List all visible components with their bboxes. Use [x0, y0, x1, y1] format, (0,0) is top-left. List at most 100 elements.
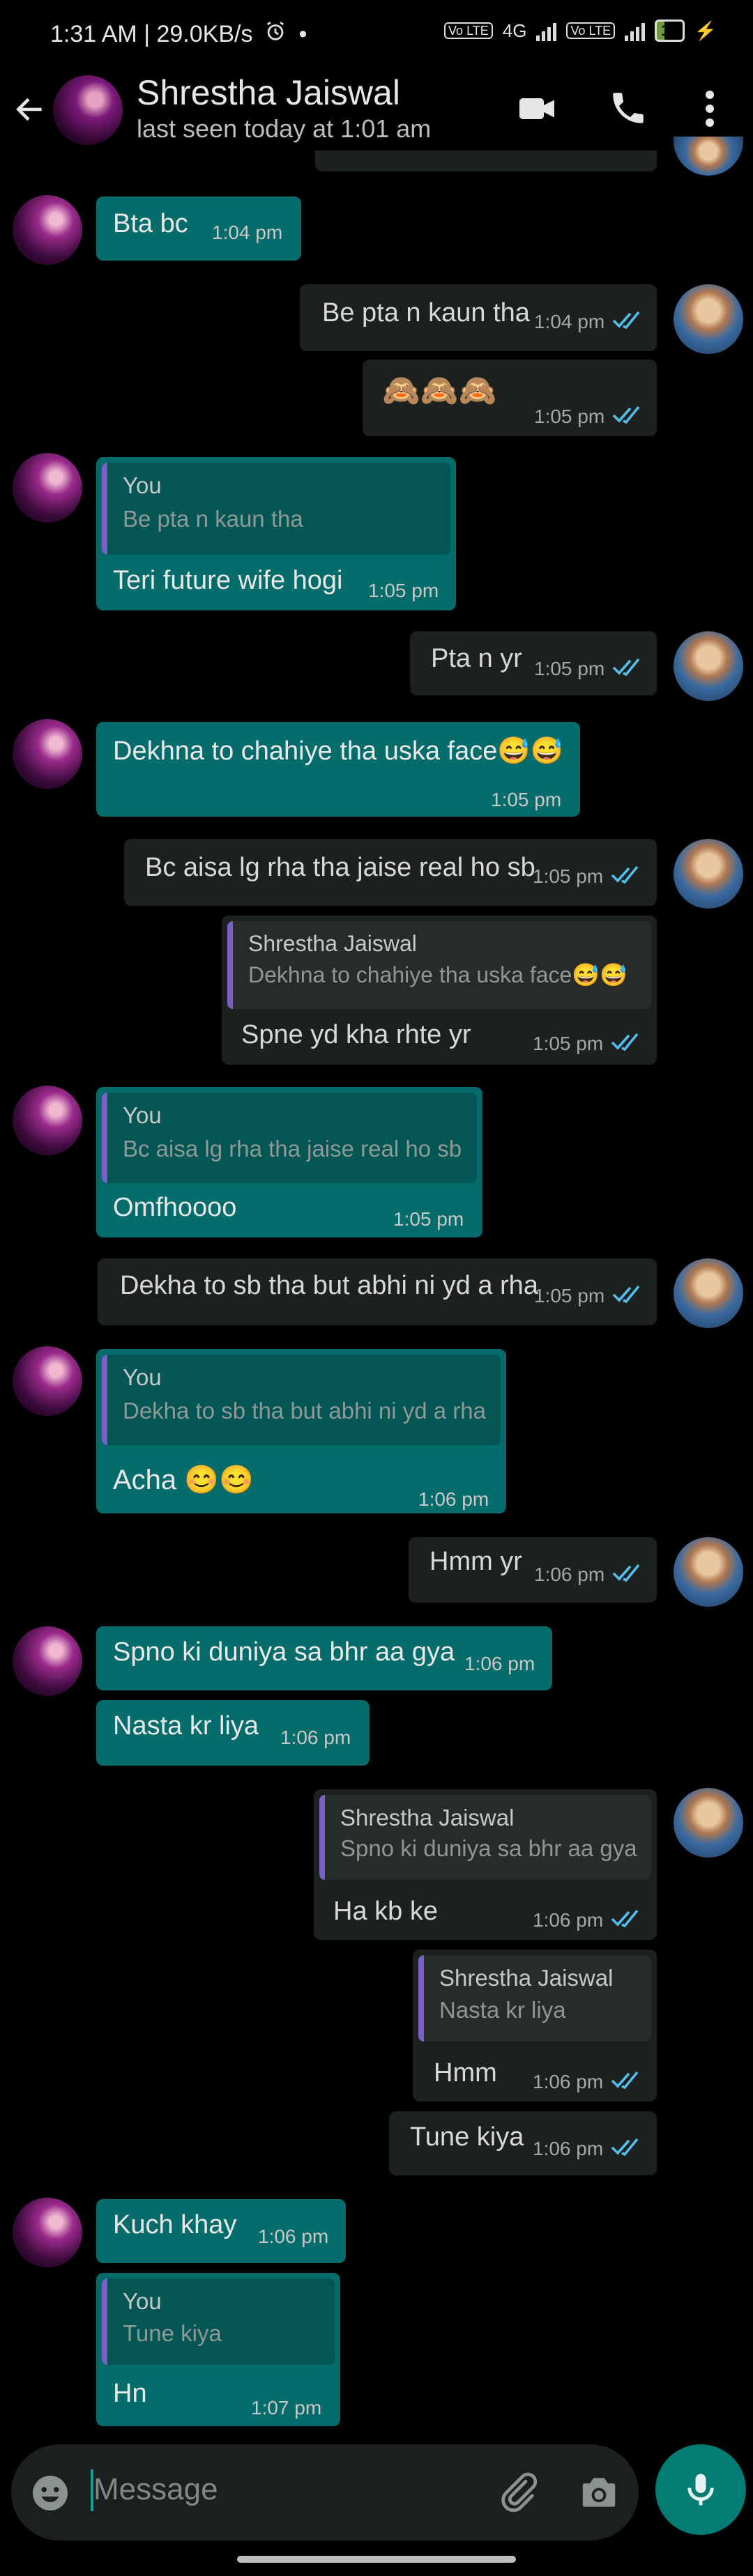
incoming-message[interactable]: You Be pta n kaun tha Teri future wife h… [96, 457, 456, 610]
quote-author: Shrestha Jaiswal [340, 1805, 515, 1830]
quoted-message[interactable]: You Tune kiya [102, 2278, 335, 2365]
incoming-message[interactable]: Kuch khay 1:06 pm [96, 2199, 346, 2263]
sender-avatar[interactable] [13, 719, 82, 789]
read-tick-icon [611, 1033, 639, 1051]
outgoing-message[interactable]: Shrestha Jaiswal Nasta kr liya Hmm 1:06 … [413, 1950, 657, 2101]
contact-avatar[interactable] [53, 75, 123, 145]
quoted-message[interactable]: You Dekha to sb tha but abhi ni yd a rha [102, 1355, 501, 1445]
message-time: 1:06 pm [533, 2071, 604, 2092]
quoted-message[interactable]: You Be pta n kaun tha [102, 463, 450, 555]
message-text: Pta n yr [431, 644, 522, 673]
message-time: 1:05 pm [533, 865, 604, 887]
quote-author: Shrestha Jaiswal [439, 1965, 614, 1991]
message-text: Dekha to sb tha but abhi ni yd a rha [120, 1271, 538, 1300]
message-text: Ha kb ke [333, 1897, 438, 1926]
message-text: Hmm [434, 2058, 497, 2088]
quoted-message[interactable]: Shrestha Jaiswal Dekhna to chahiye tha u… [227, 921, 651, 1009]
quote-text: Dekhna to chahiye tha uska face😅😅 [248, 962, 628, 987]
quote-text: Bc aisa lg rha tha jaise real ho sb [123, 1136, 462, 1162]
sender-avatar[interactable] [674, 631, 743, 701]
message-time: 1:06 pm [418, 1488, 489, 1510]
read-tick-icon [611, 2071, 639, 2090]
message-time: 1:07 pm [251, 2397, 322, 2419]
home-indicator[interactable] [237, 2556, 516, 2563]
message-time: 1:06 pm [533, 1909, 604, 1931]
message-composer[interactable]: Message [11, 2444, 639, 2540]
message-time: 1:06 pm [464, 1653, 535, 1674]
sender-avatar[interactable] [13, 1346, 82, 1416]
quoted-message[interactable]: You Bc aisa lg rha tha jaise real ho sb [102, 1093, 477, 1183]
outgoing-message[interactable]: 🙈🙈🙈 1:05 pm [363, 360, 657, 436]
chat-header: Shrestha Jaiswal last seen today at 1:01… [0, 67, 753, 151]
incoming-message[interactable]: You Dekha to sb tha but abhi ni yd a rha… [96, 1349, 506, 1513]
partial-avatar [674, 137, 743, 176]
quote-text: Dekha to sb tha but abhi ni yd a rha [123, 1398, 487, 1424]
message-time: 1:05 pm [491, 789, 562, 810]
message-text: Teri future wife hogi [113, 566, 343, 595]
read-tick-icon [612, 1564, 640, 1582]
incoming-message[interactable]: Bta bc 1:04 pm [96, 196, 301, 261]
emoji-icon[interactable] [29, 2472, 71, 2517]
quote-text: Tune kiya [123, 2320, 222, 2346]
sender-avatar[interactable] [674, 839, 743, 909]
notification-dot-icon: • [298, 21, 307, 47]
read-tick-icon [612, 658, 640, 677]
read-tick-icon [611, 2138, 639, 2157]
quote-author: You [123, 472, 162, 498]
incoming-message[interactable]: Spno ki duniya sa bhr aa gya 1:06 pm [96, 1626, 552, 1690]
voice-record-button[interactable] [655, 2444, 746, 2535]
quote-author: You [123, 1102, 162, 1128]
read-tick-icon [611, 1909, 639, 1928]
quoted-message[interactable]: Shrestha Jaiswal Nasta kr liya [418, 1955, 651, 2042]
sender-avatar[interactable] [13, 1086, 82, 1155]
outgoing-message[interactable]: Shrestha Jaiswal Spno ki duniya sa bhr a… [314, 1789, 657, 1940]
sender-avatar[interactable] [13, 195, 82, 265]
message-text: Kuch khay [113, 2210, 237, 2239]
incoming-message[interactable]: Nasta kr liya 1:06 pm [96, 1700, 370, 1766]
battery-icon: 17 [655, 20, 685, 42]
read-tick-icon [612, 311, 640, 330]
outgoing-message[interactable]: Hmm yr 1:06 pm [409, 1537, 657, 1603]
sender-avatar[interactable] [674, 1788, 743, 1858]
message-time: 1:05 pm [534, 406, 605, 427]
sender-avatar[interactable] [13, 453, 82, 523]
incoming-message[interactable]: Dekhna to chahiye tha uska face😅😅 1:05 p… [96, 722, 580, 817]
voice-call-icon[interactable] [608, 88, 648, 132]
contact-name[interactable]: Shrestha Jaiswal [137, 72, 400, 113]
sender-avatar[interactable] [13, 2198, 82, 2267]
attach-icon[interactable] [495, 2469, 540, 2517]
outgoing-message[interactable]: Bc aisa lg rha tha jaise real ho sb 1:05… [124, 839, 657, 906]
outgoing-message[interactable]: Pta n yr 1:05 pm [410, 631, 657, 695]
message-text: Spno ki duniya sa bhr aa gya [113, 1637, 455, 1667]
video-call-icon[interactable] [516, 88, 558, 133]
message-text: Be pta n kaun tha [322, 298, 530, 327]
camera-icon[interactable] [577, 2471, 621, 2517]
quote-author: Shrestha Jaiswal [248, 931, 417, 956]
read-tick-icon [612, 406, 640, 424]
back-arrow-icon[interactable] [13, 92, 47, 127]
outgoing-message[interactable]: Dekha to sb tha but abhi ni yd a rha 1:0… [98, 1258, 657, 1325]
sender-avatar[interactable] [674, 1258, 743, 1328]
message-text: Omfhoooo [113, 1193, 237, 1222]
sender-avatar[interactable] [13, 1626, 82, 1696]
sender-avatar[interactable] [674, 284, 743, 354]
outgoing-message[interactable]: Be pta n kaun tha 1:04 pm [300, 284, 657, 351]
more-options-icon[interactable] [697, 88, 722, 133]
incoming-message[interactable]: You Bc aisa lg rha tha jaise real ho sb … [96, 1087, 482, 1237]
message-text: Nasta kr liya [113, 1711, 259, 1741]
mic-icon [687, 2474, 714, 2506]
sender-avatar[interactable] [674, 1537, 743, 1607]
message-time: 1:06 pm [534, 1564, 605, 1585]
message-time: 1:05 pm [368, 580, 439, 601]
message-text: Acha 😊😊 [113, 1465, 254, 1495]
message-text: Tune kiya [410, 2122, 524, 2152]
signal-icon-2 [625, 20, 646, 41]
quote-author: You [123, 2288, 162, 2314]
outgoing-message[interactable]: Tune kiya 1:06 pm [389, 2111, 657, 2175]
message-time: 1:06 pm [258, 2226, 329, 2247]
message-input[interactable]: Message [93, 2472, 218, 2507]
quoted-message[interactable]: Shrestha Jaiswal Spno ki duniya sa bhr a… [319, 1795, 651, 1880]
outgoing-message[interactable]: Shrestha Jaiswal Dekhna to chahiye tha u… [222, 916, 657, 1065]
message-time: 1:04 pm [212, 222, 283, 243]
incoming-message[interactable]: You Tune kiya Hn 1:07 pm [96, 2273, 340, 2426]
